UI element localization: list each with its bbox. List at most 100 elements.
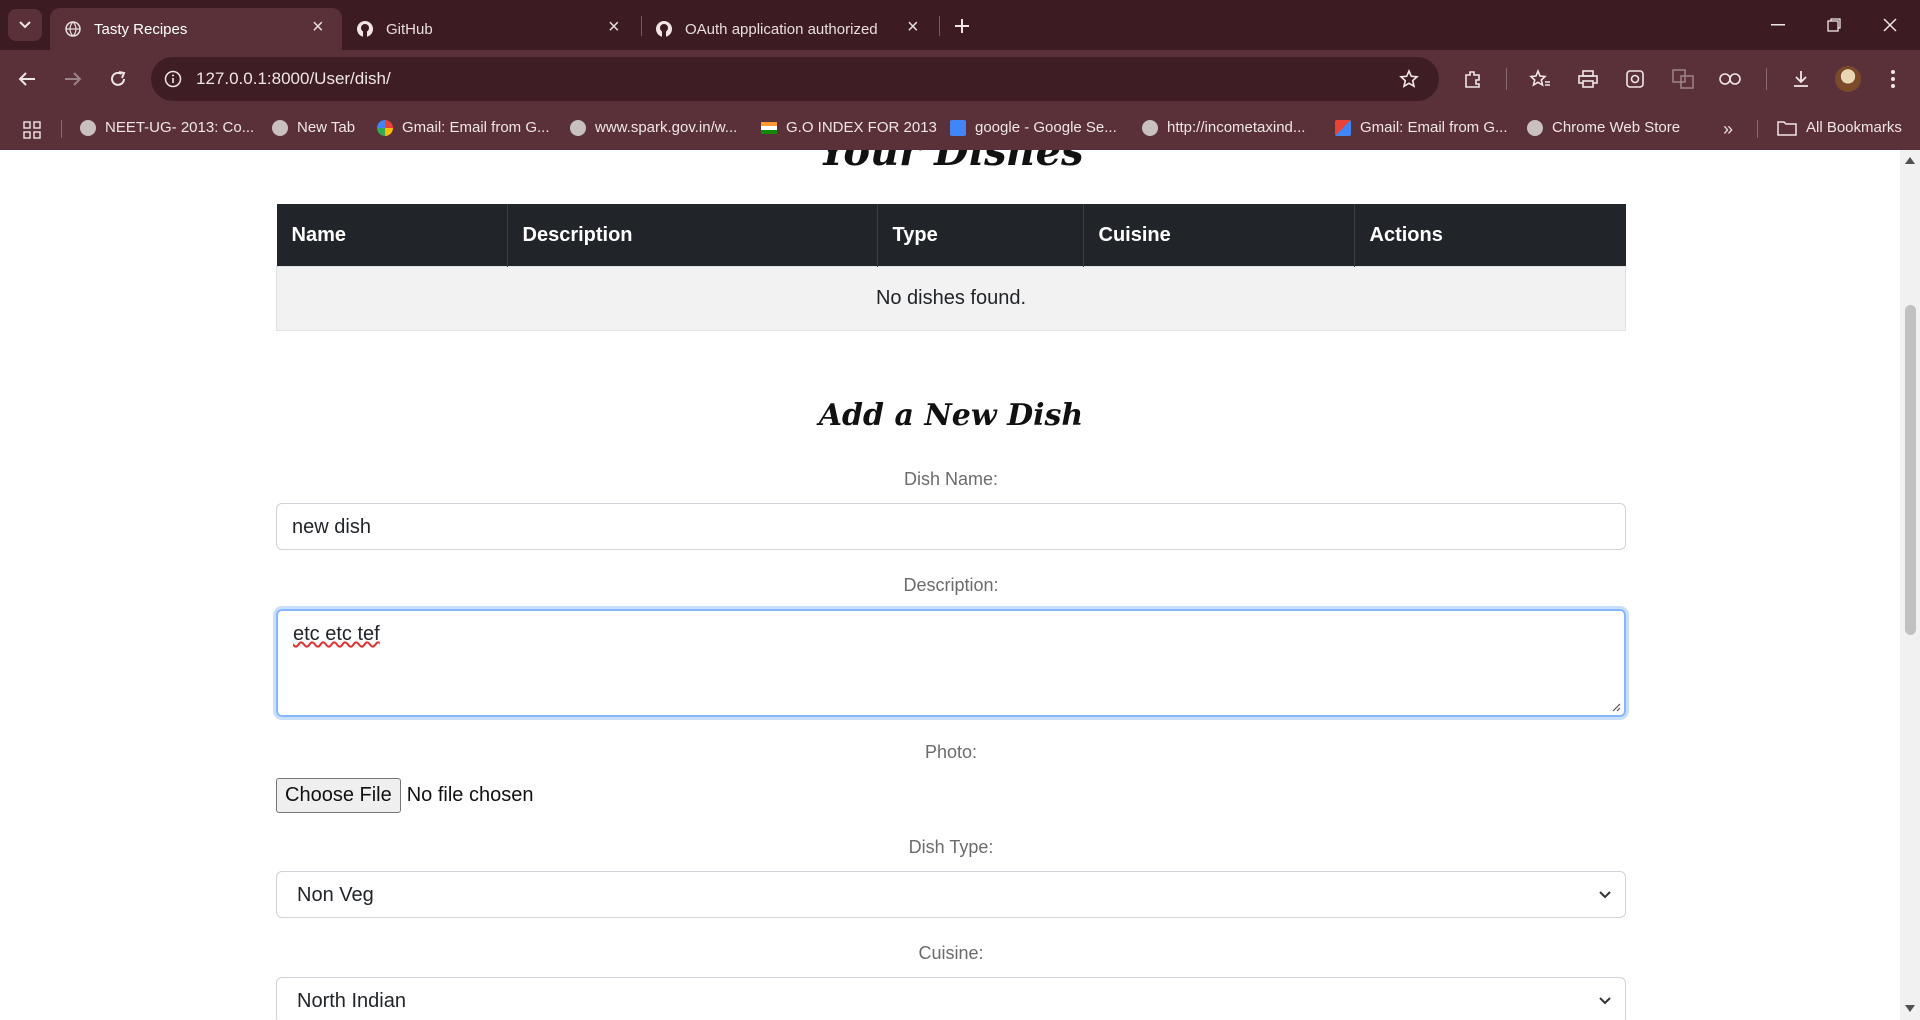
flag-icon bbox=[761, 121, 777, 134]
google-icon bbox=[377, 119, 393, 136]
minimize-button[interactable] bbox=[1760, 10, 1796, 40]
photo-file-input[interactable]: Choose File No file chosen bbox=[276, 777, 533, 813]
close-tab-icon[interactable]: × bbox=[312, 16, 324, 39]
folder-icon bbox=[1777, 120, 1797, 136]
page-scrollbar[interactable] bbox=[1900, 150, 1920, 1020]
description-textarea[interactable]: etc etc tef bbox=[276, 609, 1626, 717]
tab-title: OAuth application authorized bbox=[685, 20, 878, 38]
bookmark-divider bbox=[61, 120, 62, 138]
scroll-down-icon[interactable] bbox=[1905, 1005, 1915, 1013]
dish-name-input[interactable]: new dish bbox=[276, 503, 1626, 550]
download-icon[interactable] bbox=[1788, 66, 1814, 92]
tab-search-button[interactable] bbox=[8, 9, 42, 41]
empty-table-message: No dishes found. bbox=[276, 266, 1626, 331]
back-arrow-icon bbox=[18, 72, 35, 86]
choose-file-button[interactable]: Choose File bbox=[276, 777, 401, 813]
file-status-text: No file chosen bbox=[406, 783, 534, 806]
browser-toolbar: 127.0.0.1:8000/User/dish/ bbox=[0, 50, 1920, 108]
table-header: Description bbox=[507, 204, 878, 267]
restore-icon bbox=[1827, 18, 1841, 32]
page-content: Your Dishes Name Description Type Cuisin… bbox=[0, 150, 1900, 1020]
description-label: Description: bbox=[903, 575, 999, 595]
bookmark-divider bbox=[1757, 120, 1758, 138]
bookmark-item[interactable]: New Tab bbox=[272, 119, 355, 136]
chevron-down-icon bbox=[1599, 891, 1611, 899]
all-bookmarks-button[interactable]: All Bookmarks bbox=[1777, 119, 1902, 136]
tab-github[interactable]: GitHub × bbox=[342, 8, 632, 50]
minimize-icon bbox=[1771, 24, 1785, 26]
link-icon[interactable] bbox=[1717, 66, 1743, 92]
reload-button[interactable] bbox=[103, 64, 133, 94]
tab-title: Tasty Recipes bbox=[94, 20, 188, 38]
github-icon bbox=[655, 20, 673, 38]
bookmark-star-icon[interactable] bbox=[1398, 68, 1420, 90]
bookmark-item[interactable]: www.spark.gov.in/w... bbox=[570, 119, 737, 136]
avatar[interactable] bbox=[1835, 66, 1861, 92]
print-icon[interactable] bbox=[1575, 66, 1601, 92]
photo-label: Photo: bbox=[924, 742, 978, 762]
cuisine-select[interactable]: North Indian bbox=[276, 977, 1626, 1020]
globe-icon bbox=[1527, 119, 1543, 136]
reload-icon bbox=[111, 71, 126, 86]
favorites-icon[interactable] bbox=[1527, 66, 1553, 92]
dish-name-label: Dish Name: bbox=[903, 469, 999, 489]
tab-separator bbox=[939, 16, 940, 36]
globe-icon bbox=[64, 20, 82, 38]
back-button[interactable] bbox=[12, 64, 42, 94]
table-header: Type bbox=[877, 204, 1084, 267]
scrollbar-thumb[interactable] bbox=[1905, 305, 1916, 635]
close-icon bbox=[1883, 18, 1897, 32]
address-bar[interactable]: 127.0.0.1:8000/User/dish/ bbox=[151, 57, 1439, 101]
globe-icon bbox=[272, 119, 288, 136]
bookmark-item[interactable]: NEET-UG- 2013: Co... bbox=[80, 119, 254, 136]
table-header: Name bbox=[276, 204, 508, 267]
globe-icon bbox=[80, 119, 96, 136]
chevron-down-icon bbox=[19, 21, 31, 29]
tab-strip: Tasty Recipes × GitHub × OAuth applicati… bbox=[0, 0, 1920, 50]
url-text: 127.0.0.1:8000/User/dish/ bbox=[196, 69, 391, 88]
screenshot-icon[interactable] bbox=[1622, 66, 1648, 92]
dishes-table: Name Description Type Cuisine Actions No… bbox=[276, 204, 1626, 331]
table-header: Cuisine bbox=[1083, 204, 1355, 267]
tab-oauth[interactable]: OAuth application authorized × bbox=[641, 8, 931, 50]
bookmarks-bar: NEET-UG- 2013: Co... New Tab Gmail: Emai… bbox=[0, 108, 1920, 150]
bookmark-item[interactable]: Gmail: Email from G... bbox=[377, 119, 550, 136]
bookmark-item[interactable]: http://incometaxind... bbox=[1142, 119, 1305, 136]
toolbar-divider bbox=[1506, 68, 1507, 90]
restore-button[interactable] bbox=[1816, 10, 1852, 40]
forward-arrow-icon bbox=[65, 72, 82, 86]
bookmark-item[interactable]: G.O INDEX FOR 2013 bbox=[761, 119, 937, 136]
form-title: Add a New Dish bbox=[818, 398, 1084, 433]
translate-icon[interactable] bbox=[1670, 66, 1696, 92]
plus-icon bbox=[955, 19, 969, 33]
menu-icon[interactable] bbox=[1880, 66, 1906, 92]
bookmark-item[interactable]: google - Google Se... bbox=[950, 119, 1117, 136]
cuisine-label: Cuisine: bbox=[918, 943, 984, 963]
chevron-down-icon bbox=[1599, 997, 1611, 1005]
apps-icon[interactable] bbox=[21, 119, 43, 141]
tab-tasty-recipes[interactable]: Tasty Recipes × bbox=[50, 8, 342, 50]
new-tab-button[interactable] bbox=[948, 12, 976, 40]
close-window-button[interactable] bbox=[1872, 10, 1908, 40]
github-icon bbox=[356, 20, 374, 38]
tab-title: GitHub bbox=[386, 20, 433, 38]
section-title: Your Dishes bbox=[818, 150, 1084, 175]
extensions-icon[interactable] bbox=[1460, 66, 1486, 92]
close-tab-icon[interactable]: × bbox=[608, 16, 620, 39]
more-bookmarks-icon[interactable]: » bbox=[1716, 118, 1740, 140]
close-tab-icon[interactable]: × bbox=[907, 16, 919, 39]
bookmark-item[interactable]: Gmail: Email from G... bbox=[1335, 119, 1508, 136]
resize-handle-icon[interactable] bbox=[1611, 702, 1621, 712]
dish-type-label: Dish Type: bbox=[908, 837, 994, 857]
forward-button[interactable] bbox=[58, 64, 88, 94]
google-search-icon bbox=[950, 119, 966, 136]
table-header: Actions bbox=[1354, 204, 1626, 267]
scroll-up-icon[interactable] bbox=[1905, 156, 1915, 164]
gmail-icon bbox=[1335, 119, 1351, 136]
globe-icon bbox=[1142, 119, 1158, 136]
globe-icon bbox=[570, 119, 586, 136]
dish-type-select[interactable]: Non Veg bbox=[276, 871, 1626, 918]
bookmark-item[interactable]: Chrome Web Store bbox=[1527, 119, 1680, 136]
toolbar-divider bbox=[1766, 68, 1767, 90]
site-info-icon[interactable] bbox=[162, 68, 184, 90]
